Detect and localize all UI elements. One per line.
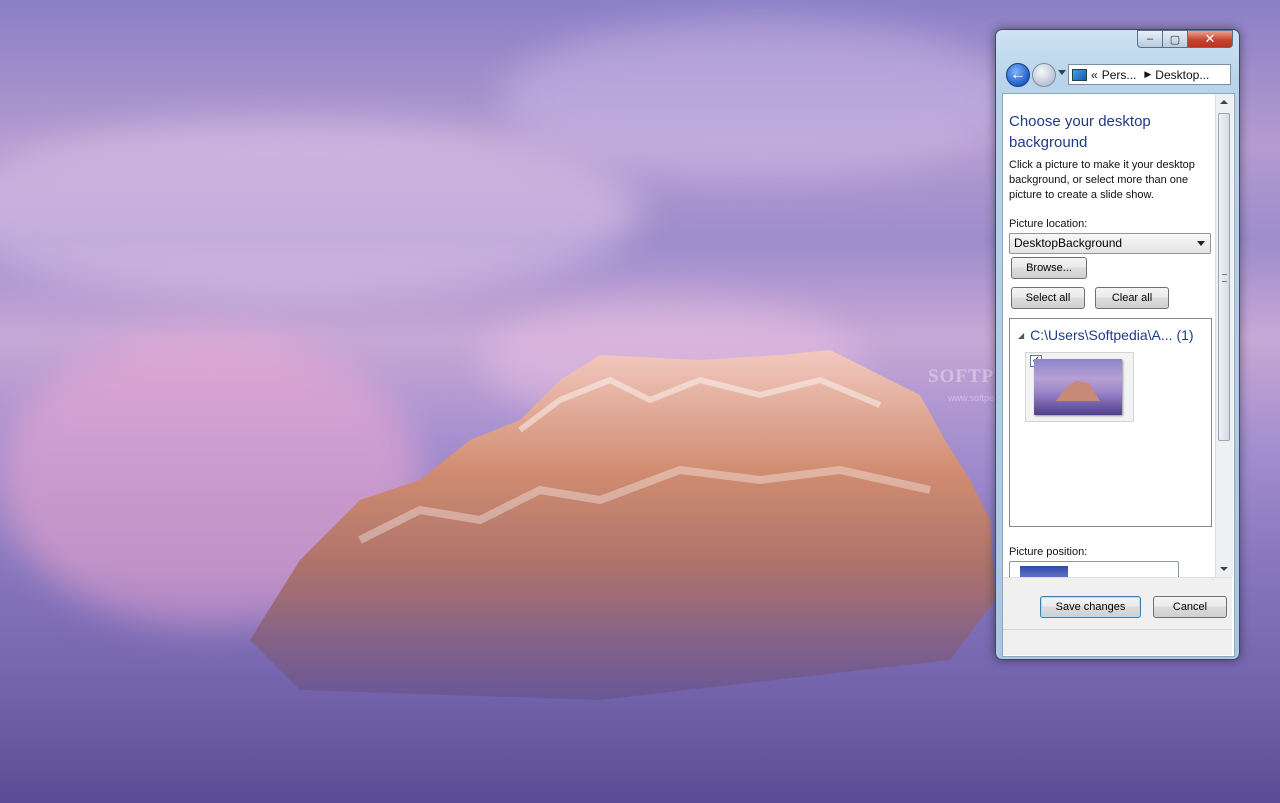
picture-position-label: Picture position: — [1009, 546, 1088, 558]
address-overflow[interactable]: « — [1091, 68, 1098, 82]
chevron-down-icon — [1197, 241, 1205, 246]
recent-pages-dropdown-icon[interactable] — [1058, 70, 1066, 75]
position-preview-icon — [1020, 566, 1068, 577]
gallery-group-label: C:\Users\Softpedia\A... (1) — [1030, 327, 1194, 343]
address-bar[interactable]: « Pers... ▶ Desktop... — [1068, 64, 1231, 85]
picture-location-select[interactable]: DesktopBackground — [1009, 233, 1211, 254]
caption-buttons: ‒ ▢ ✕ — [1137, 30, 1233, 49]
control-panel-icon — [1072, 68, 1087, 81]
scroll-thumb[interactable] — [1218, 113, 1230, 441]
maximize-button[interactable]: ▢ — [1163, 30, 1188, 48]
navigation-bar: ← « Pers... ▶ Desktop... — [1004, 62, 1234, 88]
page-description: Click a picture to make it your desktop … — [1009, 159, 1195, 201]
status-bar — [1003, 629, 1232, 655]
page-title: Choose your desktop background — [1009, 113, 1151, 151]
vertical-scrollbar[interactable] — [1215, 94, 1233, 577]
save-changes-button[interactable]: Save changes — [1040, 596, 1141, 618]
scroll-down-icon[interactable] — [1220, 567, 1228, 571]
dialog-footer: Save changes Cancel — [1003, 577, 1232, 630]
gallery-group-header[interactable]: ◢ C:\Users\Softpedia\A... (1) — [1018, 327, 1194, 343]
breadcrumb-personalization[interactable]: Pers... — [1102, 68, 1137, 82]
breadcrumb-desktop-background[interactable]: Desktop... — [1155, 68, 1209, 82]
collapse-triangle-icon[interactable]: ◢ — [1018, 331, 1024, 340]
select-all-button[interactable]: Select all — [1011, 287, 1085, 309]
close-button[interactable]: ✕ — [1188, 30, 1233, 48]
cancel-button[interactable]: Cancel — [1153, 596, 1227, 618]
thumbnail-image — [1034, 359, 1122, 415]
clear-all-button[interactable]: Clear all — [1095, 287, 1169, 309]
back-button[interactable]: ← — [1006, 63, 1030, 87]
picture-location-value: DesktopBackground — [1014, 236, 1123, 250]
picture-position-select[interactable] — [1009, 561, 1179, 577]
personalization-window: ‒ ▢ ✕ ← « Pers... ▶ Desktop... Choose yo… — [995, 29, 1240, 660]
scroll-grip-icon — [1222, 274, 1227, 282]
thumbnail-mountain — [1056, 381, 1100, 401]
picture-location-label: Picture location: — [1009, 218, 1088, 230]
scroll-up-icon[interactable] — [1220, 100, 1228, 104]
browse-button[interactable]: Browse... — [1011, 257, 1087, 279]
arrow-left-icon: ← — [1010, 66, 1026, 83]
content-pane: Choose your desktop background Click a p… — [1003, 94, 1216, 577]
forward-button[interactable] — [1032, 63, 1056, 87]
minimize-button[interactable]: ‒ — [1137, 30, 1163, 48]
breadcrumb-separator-icon[interactable]: ▶ — [1144, 69, 1151, 80]
picture-thumbnail[interactable]: ✓ — [1025, 352, 1134, 422]
picture-gallery: ◢ C:\Users\Softpedia\A... (1) ✓ — [1009, 318, 1212, 527]
